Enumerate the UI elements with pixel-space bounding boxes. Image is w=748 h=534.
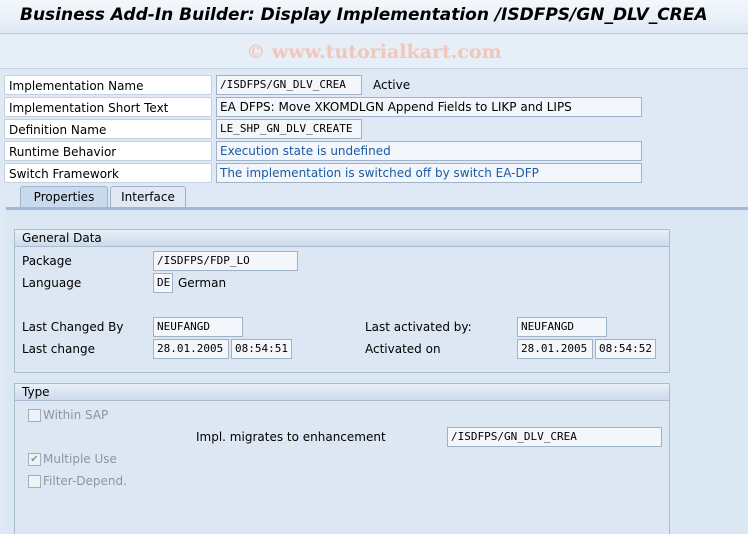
language-label: Language	[22, 276, 82, 290]
activated-by-field[interactable]: NEUFANGD	[517, 317, 607, 337]
package-label: Package	[22, 254, 72, 268]
last-change-time-field[interactable]: 08:54:51	[231, 339, 292, 359]
impl-status: Active	[373, 78, 411, 92]
language-code-field[interactable]: DE	[153, 273, 173, 293]
multiple-use-label: Multiple Use	[43, 452, 117, 466]
migrates-field[interactable]: /ISDFPS/GN_DLV_CREA	[447, 427, 662, 447]
title-bar: Business Add-In Builder: Display Impleme…	[0, 0, 748, 34]
within-sap-label: Within SAP	[43, 408, 109, 422]
multiple-use-checkbox[interactable]: ✔	[28, 453, 41, 466]
filter-depend-label: Filter-Depend.	[43, 474, 127, 488]
within-sap-checkbox[interactable]	[28, 409, 41, 422]
changed-by-field[interactable]: NEUFANGD	[153, 317, 243, 337]
tab-properties[interactable]: Properties	[20, 186, 108, 208]
short-text-label: Implementation Short Text	[4, 97, 212, 117]
activated-on-date-field[interactable]: 28.01.2005	[517, 339, 593, 359]
last-change-label: Last change	[22, 342, 95, 356]
runtime-label: Runtime Behavior	[4, 141, 212, 161]
last-change-date-field[interactable]: 28.01.2005	[153, 339, 229, 359]
window-title: Business Add-In Builder: Display Impleme…	[20, 5, 708, 25]
activated-on-time-field[interactable]: 08:54:52	[595, 339, 656, 359]
changed-by-label: Last Changed By	[22, 320, 124, 334]
migrates-label: Impl. migrates to enhancement	[196, 430, 386, 444]
switch-label: Switch Framework	[4, 163, 212, 183]
language-name: German	[178, 276, 227, 290]
package-field[interactable]: /ISDFPS/FDP_LO	[153, 251, 298, 271]
impl-name-label: Implementation Name	[4, 75, 212, 95]
activated-by-label: Last activated by:	[365, 320, 472, 334]
switch-field[interactable]: The implementation is switched off by sw…	[216, 163, 642, 183]
impl-name-field[interactable]: /ISDFPS/GN_DLV_CREA	[216, 75, 362, 95]
runtime-field[interactable]: Execution state is undefined	[216, 141, 642, 161]
watermark: © www.tutorialkart.com	[246, 41, 502, 63]
definition-label: Definition Name	[4, 119, 212, 139]
filter-depend-checkbox[interactable]	[28, 475, 41, 488]
definition-field[interactable]: LE_SHP_GN_DLV_CREATE	[216, 119, 362, 139]
type-title: Type	[15, 384, 669, 401]
tab-interface[interactable]: Interface	[110, 186, 186, 208]
short-text-field[interactable]: EA DFPS: Move XKOMDLGN Append Fields to …	[216, 97, 642, 117]
application-toolbar: © www.tutorialkart.com	[0, 35, 748, 69]
check-icon: ✔	[30, 454, 39, 465]
activated-on-label: Activated on	[365, 342, 441, 356]
general-data-title: General Data	[15, 230, 669, 247]
